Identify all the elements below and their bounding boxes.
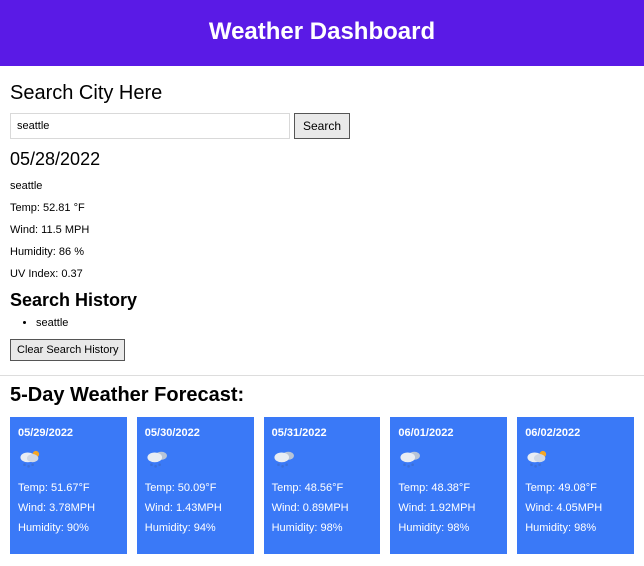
forecast-title: 5-Day Weather Forecast: <box>10 384 634 407</box>
main-content: Search City Here Search 05/28/2022 seatt… <box>0 66 644 361</box>
forecast-humidity: Humidity: 90% <box>18 522 119 534</box>
forecast-card: 06/02/2022 Temp: 49.08°F Wind: 4.05MPH Humi… <box>517 417 634 554</box>
search-row: Search <box>10 113 634 139</box>
search-button[interactable]: Search <box>294 113 350 139</box>
forecast-date: 05/29/2022 <box>18 427 119 439</box>
forecast-wind: Wind: 3.78MPH <box>18 502 119 514</box>
current-weather: 05/28/2022 seattle Temp: 52.81 °F Wind: … <box>10 149 634 280</box>
forecast-wind: Wind: 1.43MPH <box>145 502 246 514</box>
search-input[interactable] <box>10 113 290 139</box>
clear-history-button[interactable]: Clear Search History <box>10 339 125 361</box>
current-humidity: Humidity: 86 % <box>10 246 634 258</box>
forecast-row: 05/29/2022 Temp: 51.67°F Wind: 3.78MPH Humi… <box>10 417 634 554</box>
forecast-humidity: Humidity: 98% <box>525 522 626 534</box>
forecast-wind: Wind: 4.05MPH <box>525 502 626 514</box>
current-wind: Wind: 11.5 MPH <box>10 224 634 236</box>
forecast-humidity: Humidity: 94% <box>145 522 246 534</box>
current-uv: UV Index: 0.37 <box>10 268 634 280</box>
forecast-humidity: Humidity: 98% <box>272 522 373 534</box>
search-history-list: seattle <box>36 317 634 329</box>
forecast-wind: Wind: 0.89MPH <box>272 502 373 514</box>
rain-cloud-icon <box>272 449 373 472</box>
forecast-wind: Wind: 1.92MPH <box>398 502 499 514</box>
current-temp: Temp: 52.81 °F <box>10 202 634 214</box>
forecast-date: 06/02/2022 <box>525 427 626 439</box>
forecast-card: 05/30/2022 Temp: 50.09°F Wind: 1.43MPH Humi… <box>137 417 254 554</box>
forecast-section: 5-Day Weather Forecast: 05/29/2022 Temp: … <box>0 375 644 566</box>
app-header: Weather Dashboard <box>0 0 644 66</box>
current-city: seattle <box>10 180 634 192</box>
forecast-temp: Temp: 50.09°F <box>145 482 246 494</box>
history-item[interactable]: seattle <box>36 317 634 329</box>
forecast-temp: Temp: 51.67°F <box>18 482 119 494</box>
forecast-date: 05/31/2022 <box>272 427 373 439</box>
search-title: Search City Here <box>10 82 634 105</box>
search-history-title: Search History <box>10 290 634 311</box>
forecast-card: 06/01/2022 Temp: 48.38°F Wind: 1.92MPH Humi… <box>390 417 507 554</box>
forecast-temp: Temp: 48.56°F <box>272 482 373 494</box>
rain-sun-icon <box>525 449 626 472</box>
forecast-date: 05/30/2022 <box>145 427 246 439</box>
current-date: 05/28/2022 <box>10 149 634 170</box>
forecast-temp: Temp: 48.38°F <box>398 482 499 494</box>
rain-cloud-icon <box>145 449 246 472</box>
page-title: Weather Dashboard <box>0 18 644 46</box>
forecast-temp: Temp: 49.08°F <box>525 482 626 494</box>
rain-cloud-icon <box>398 449 499 472</box>
rain-sun-icon <box>18 449 119 472</box>
forecast-date: 06/01/2022 <box>398 427 499 439</box>
forecast-card: 05/29/2022 Temp: 51.67°F Wind: 3.78MPH Humi… <box>10 417 127 554</box>
forecast-card: 05/31/2022 Temp: 48.56°F Wind: 0.89MPH Humi… <box>264 417 381 554</box>
forecast-humidity: Humidity: 98% <box>398 522 499 534</box>
